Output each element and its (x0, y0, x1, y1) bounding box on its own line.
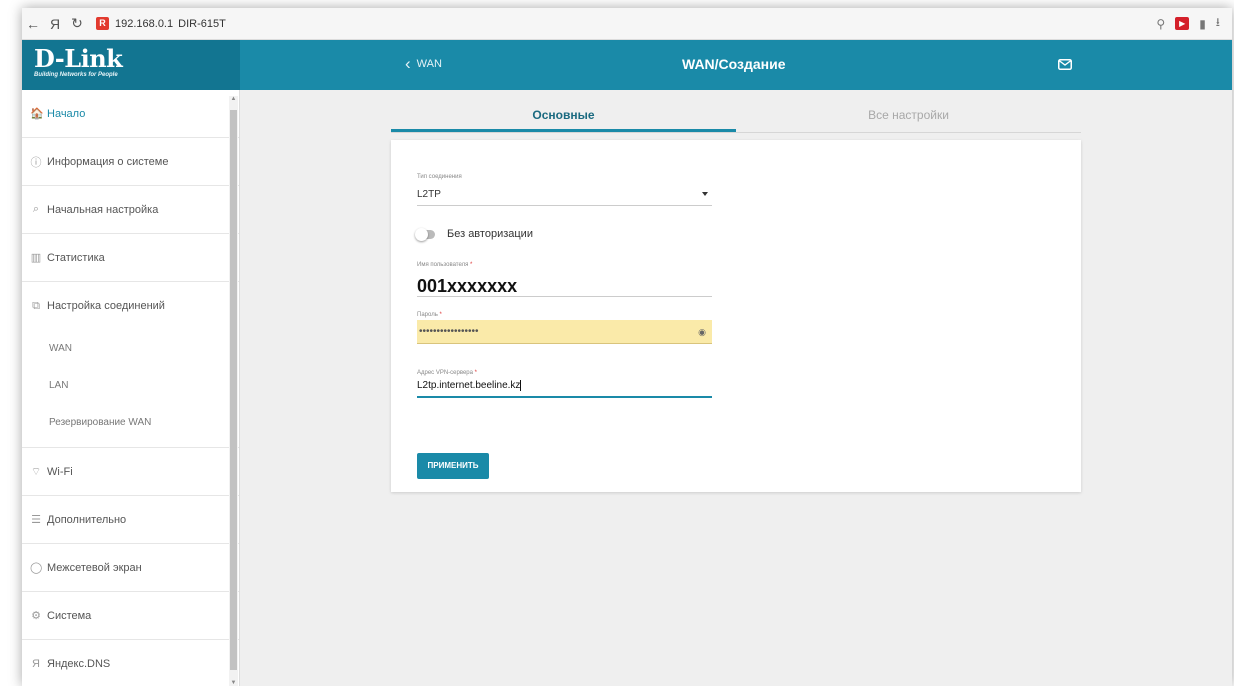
vpn-server-value: L2tp.internet.beeline.kz (417, 380, 521, 391)
key-icon[interactable]: ⚲ (1156, 17, 1165, 31)
sidebar-scrollbar[interactable]: ▲ ▼ (229, 96, 238, 686)
sidebar-item-connections[interactable]: ⧉ Настройка соединений (22, 282, 239, 330)
sidebar-item-label: Начало (47, 107, 86, 120)
sidebar-item-label: Статистика (47, 251, 105, 264)
browser-window: ← Я ↻ R 192.168.0.1 DIR-615T ⚲ ▶ ▮ ⭳ D-L… (22, 8, 1232, 686)
info-icon: ⓘ (30, 156, 42, 169)
scroll-down-icon[interactable]: ▼ (229, 680, 238, 686)
logo-area[interactable]: D-Link Building Networks for People (22, 40, 240, 90)
app-header: D-Link Building Networks for People ‹ WA… (22, 40, 1232, 90)
no-auth-label: Без авторизации (447, 228, 533, 240)
vpn-server-label-text: Адрес VPN-сервера (417, 370, 473, 376)
vpn-server-label: Адрес VPN-сервера * (417, 370, 477, 376)
sidebar-item-statistics[interactable]: ▥ Статистика (22, 234, 239, 282)
connection-type-label: Тип соединения (417, 174, 462, 180)
connection-type-value: L2TP (417, 189, 441, 200)
wan-form-card: Тип соединения L2TP Без авторизации Имя … (391, 140, 1081, 492)
site-favicon-icon: R (96, 17, 109, 30)
bookmark-icon[interactable]: ▮ (1199, 17, 1206, 31)
stats-icon: ▥ (30, 252, 42, 264)
scroll-thumb[interactable] (230, 110, 237, 670)
page-tab-title: DIR-615T (178, 17, 226, 30)
sidebar-item-label: Система (47, 609, 92, 622)
connections-icon: ⧉ (32, 299, 40, 312)
gear-icon: ⚙ (31, 610, 41, 622)
wifi-icon: ⌔ (30, 465, 42, 478)
logo-tagline: Building Networks for People (34, 72, 118, 78)
browser-toolbar: ← Я ↻ R 192.168.0.1 DIR-615T ⚲ ▶ ▮ ⭳ (22, 8, 1232, 40)
sidebar-item-label: Информация о системе (47, 155, 169, 168)
sidebar: 🏠 Начало ⓘ Информация о системе ⌕ Началь… (22, 90, 240, 686)
sidebar-item-label: Wi-Fi (47, 465, 73, 478)
connection-type-select[interactable]: L2TP (417, 182, 712, 206)
extension-icon[interactable]: ▶ (1175, 17, 1190, 30)
username-field[interactable]: 001xxxxxxx (417, 275, 712, 297)
back-link-label: WAN (416, 58, 442, 70)
sidebar-subitem-wan-backup[interactable]: Резервирование WAN (22, 404, 239, 441)
sidebar-item-label: Яндекс.DNS (47, 657, 111, 670)
password-value: ••••••••••••••••• (419, 326, 479, 337)
sidebar-item-system[interactable]: ⚙ Система (22, 592, 239, 640)
toggle-knob (415, 227, 428, 241)
dlink-logo: D-Link (34, 44, 123, 73)
sidebar-item-firewall[interactable]: ◯ Межсетевой экран (22, 544, 239, 592)
shield-icon: ◯ (30, 562, 43, 574)
sidebar-item-label: Настройка соединений (47, 300, 165, 312)
sidebar-subitem-wan[interactable]: WAN (22, 330, 239, 367)
back-to-wan-link[interactable]: ‹ WAN (405, 54, 442, 73)
sidebar-item-system-info[interactable]: ⓘ Информация о системе (22, 138, 239, 186)
username-label-text: Имя пользователя (417, 262, 469, 268)
sidebar-subitem-lan[interactable]: LAN (22, 367, 239, 404)
required-mark: * (439, 312, 442, 318)
required-mark: * (474, 370, 477, 376)
wizard-icon: ⌕ (32, 203, 40, 215)
reload-icon[interactable]: ↻ (66, 15, 88, 32)
sidebar-item-label: Межсетевой экран (47, 561, 142, 574)
home-icon: 🏠 (30, 108, 44, 120)
username-label: Имя пользователя * (417, 262, 472, 268)
tab-bar: Основные Все настройки (391, 100, 1081, 133)
no-auth-toggle-row: Без авторизации (415, 227, 533, 241)
sidebar-item-advanced[interactable]: ☰ Дополнительно (22, 496, 239, 544)
vpn-server-field[interactable]: L2tp.internet.beeline.kz (417, 377, 712, 398)
advanced-icon: ☰ (31, 514, 41, 526)
apply-button[interactable]: ПРИМЕНИТЬ (417, 453, 489, 479)
password-field[interactable]: ••••••••••••••••• ◉ (417, 320, 712, 344)
text-cursor (520, 379, 522, 391)
eye-icon[interactable]: ◉ (698, 320, 706, 344)
sidebar-item-label: Дополнительно (47, 513, 127, 526)
address-bar[interactable]: 192.168.0.1 (115, 18, 173, 30)
required-mark: * (470, 262, 473, 268)
back-arrow-icon[interactable]: ← (22, 16, 44, 32)
sidebar-item-home[interactable]: 🏠 Начало (22, 90, 239, 138)
download-icon[interactable]: ⭳ (1216, 13, 1220, 34)
yandex-browser-icon[interactable]: Я (44, 16, 66, 32)
dropdown-arrow-icon (702, 192, 708, 196)
password-label-text: Пароль (417, 312, 438, 318)
sidebar-item-wifi[interactable]: ⌔ Wi-Fi (22, 448, 239, 496)
password-label: Пароль * (417, 312, 442, 318)
sidebar-item-label: Начальная настройка (47, 203, 159, 216)
no-auth-toggle[interactable] (415, 227, 435, 241)
tab-all-settings[interactable]: Все настройки (736, 100, 1081, 132)
mail-icon[interactable] (1058, 59, 1072, 70)
tab-basic[interactable]: Основные (391, 100, 736, 132)
yandex-icon: Я (32, 657, 40, 670)
browser-toolbar-actions: ⚲ ▶ ▮ ⭳ (1156, 13, 1232, 34)
page-title: WAN/Создание (682, 56, 786, 72)
sidebar-group-connections: ⧉ Настройка соединений WAN LAN Резервиро… (22, 282, 239, 448)
chevron-left-icon: ‹ (405, 54, 411, 73)
sidebar-item-initial-setup[interactable]: ⌕ Начальная настройка (22, 186, 239, 234)
scroll-up-icon[interactable]: ▲ (229, 96, 238, 102)
sidebar-item-yandex-dns[interactable]: Я Яндекс.DNS (22, 640, 239, 686)
